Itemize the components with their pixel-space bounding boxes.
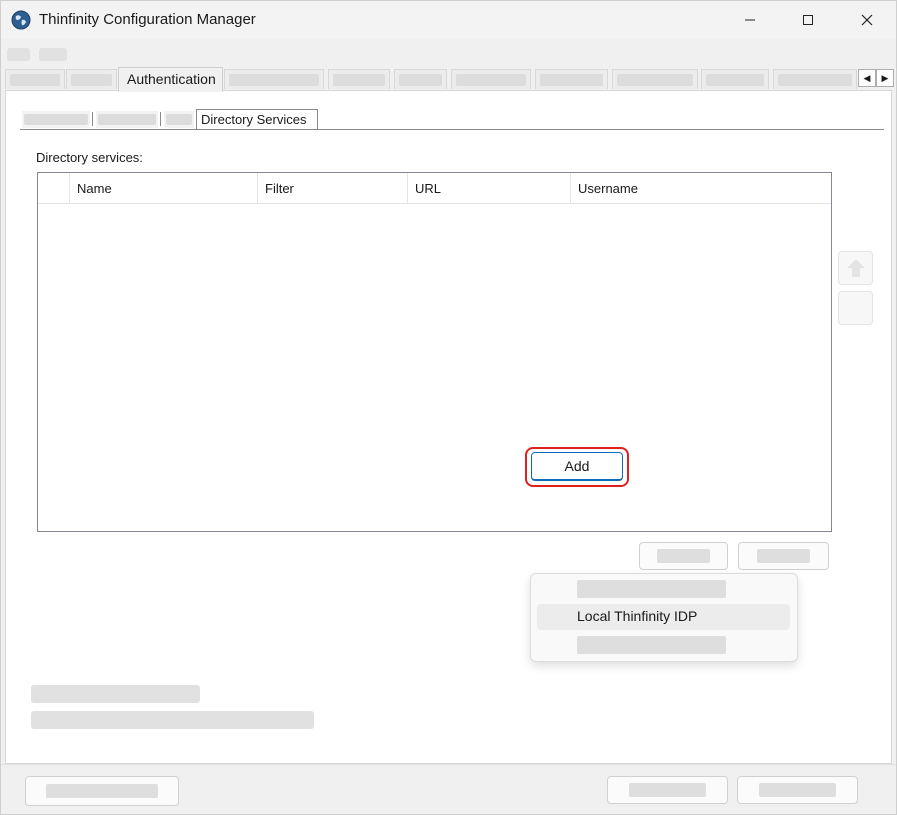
subtab-separator	[160, 112, 161, 126]
arrow-right-icon: ▶	[881, 72, 889, 83]
subtab-2[interactable]	[96, 111, 158, 128]
menu-item-1[interactable]	[7, 48, 30, 61]
move-down-button[interactable]	[838, 291, 873, 325]
subtab-directory-services[interactable]: Directory Services	[196, 109, 318, 129]
column-header-username[interactable]: Username	[570, 173, 828, 204]
cancel-button[interactable]	[737, 776, 858, 804]
column-header-check[interactable]	[38, 173, 69, 204]
tab-4[interactable]	[224, 69, 324, 89]
minimize-icon	[745, 19, 755, 21]
tab-authentication[interactable]: Authentication	[118, 67, 223, 92]
tab-6[interactable]	[394, 69, 447, 89]
menu-bar	[1, 39, 896, 67]
arrow-left-icon: ◀	[863, 72, 871, 83]
window-title: Thinfinity Configuration Manager	[39, 11, 256, 28]
globe-app-icon	[11, 10, 31, 30]
app-window: Thinfinity Configuration Manager Authent…	[0, 0, 897, 815]
ok-button[interactable]	[607, 776, 728, 804]
subtab-3[interactable]	[164, 111, 194, 128]
close-icon	[861, 14, 873, 26]
close-button[interactable]	[838, 1, 896, 39]
tab-authentication-label: Authentication	[127, 71, 216, 87]
tab-9[interactable]	[612, 69, 698, 89]
add-dropdown-menu: Local Thinfinity IDP	[530, 573, 798, 662]
maximize-icon	[803, 15, 813, 25]
add-button[interactable]: Add	[531, 452, 623, 481]
tab-7[interactable]	[451, 69, 531, 89]
subtab-directory-services-label: Directory Services	[201, 112, 307, 127]
maximize-button[interactable]	[779, 1, 837, 39]
directory-services-list[interactable]: Name Filter URL Username	[37, 172, 832, 532]
add-menu-item-1[interactable]	[537, 576, 790, 602]
arrow-up-icon	[846, 259, 865, 277]
edit-button[interactable]	[639, 542, 728, 570]
subtab-underline	[20, 129, 884, 130]
remove-button[interactable]	[738, 542, 829, 570]
info-line-1	[31, 685, 200, 703]
column-header-url[interactable]: URL	[407, 173, 570, 204]
title-bar: Thinfinity Configuration Manager	[1, 1, 896, 39]
subtab-separator	[92, 112, 93, 126]
tab-1[interactable]	[5, 69, 65, 89]
add-menu-item-local-thinfinity-idp[interactable]: Local Thinfinity IDP	[537, 604, 790, 630]
info-line-2	[31, 711, 314, 729]
move-up-button[interactable]	[838, 251, 873, 285]
tab-scroll-right-button[interactable]: ▶	[876, 69, 894, 87]
column-header-filter[interactable]: Filter	[257, 173, 407, 204]
add-menu-item-3[interactable]	[537, 632, 790, 658]
subtab-1[interactable]	[22, 111, 90, 128]
tab-5[interactable]	[328, 69, 390, 89]
tab-8[interactable]	[535, 69, 608, 89]
tab-10[interactable]	[701, 69, 769, 89]
directory-services-label: Directory services:	[36, 150, 143, 165]
tab-2[interactable]	[66, 69, 117, 89]
tab-11[interactable]	[773, 69, 857, 89]
footer-bar	[1, 764, 896, 814]
tab-scroll-left-button[interactable]: ◀	[858, 69, 876, 87]
menu-item-2[interactable]	[39, 48, 67, 61]
minimize-button[interactable]	[721, 1, 779, 39]
list-header: Name Filter URL Username	[38, 173, 831, 204]
add-menu-item-label: Local Thinfinity IDP	[577, 608, 698, 624]
footer-left-button[interactable]	[25, 776, 179, 806]
authentication-panel: Directory Services Directory services: N…	[5, 90, 892, 764]
main-tabs: Authentication ◀ ▶	[1, 67, 896, 92]
column-header-name[interactable]: Name	[69, 173, 257, 204]
